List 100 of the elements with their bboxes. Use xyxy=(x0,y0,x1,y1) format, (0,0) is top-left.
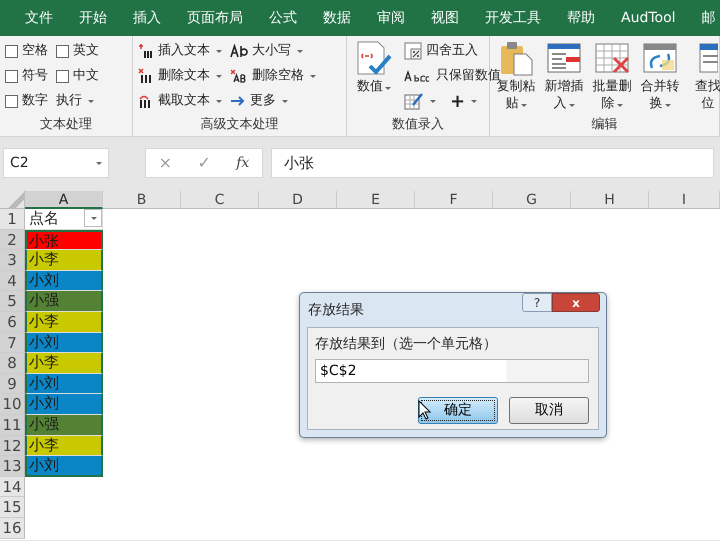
close-button[interactable]: x xyxy=(552,293,600,312)
column-header[interactable]: B xyxy=(103,191,181,209)
table-cell: 小刘 xyxy=(25,456,103,477)
row-number[interactable]: 10 xyxy=(0,394,25,415)
ribbon-button[interactable]: 插入文本 xyxy=(138,41,222,61)
caret-icon xyxy=(96,162,102,164)
number-check-icon xyxy=(356,40,392,76)
caret-icon xyxy=(282,100,288,102)
caret-icon xyxy=(310,74,316,78)
percent-icon xyxy=(404,42,422,60)
row-number[interactable]: 4 xyxy=(0,270,25,292)
menu-tab[interactable]: 数据 xyxy=(310,8,364,28)
checkbox-label: 空格 xyxy=(22,42,48,60)
menu-tab[interactable]: 页面布局 xyxy=(174,8,256,28)
row-number[interactable]: 5 xyxy=(0,291,25,312)
row-number[interactable]: 1 xyxy=(0,209,25,230)
ribbon-button[interactable]: 更多 xyxy=(230,91,288,111)
ribbon-large-button[interactable]: 批量删 除 xyxy=(590,40,634,112)
table-cell: 点名 xyxy=(25,209,103,230)
row-number[interactable]: 7 xyxy=(0,332,25,354)
insert-function-button[interactable]: fx xyxy=(236,152,250,174)
menu-tab[interactable]: 视图 xyxy=(418,8,472,28)
table-cell: 小强 xyxy=(25,291,103,312)
pointer-icon xyxy=(418,400,432,420)
menu-tab[interactable]: 审阅 xyxy=(364,8,418,28)
row-number[interactable]: 15 xyxy=(0,497,25,518)
group-label: 文本处理 xyxy=(39,116,93,134)
column-header[interactable]: I xyxy=(649,191,720,209)
row-number[interactable]: 11 xyxy=(0,414,25,436)
row-number[interactable]: 13 xyxy=(0,456,25,477)
menu-tab[interactable]: 公式 xyxy=(256,8,310,28)
ribbon-large-button[interactable]: 新增插 入 xyxy=(542,40,586,112)
table-cell: 小强 xyxy=(25,414,103,436)
group-label: 数值录入 xyxy=(391,116,445,134)
menu-tab[interactable]: 插入 xyxy=(120,8,174,28)
column-header[interactable]: A xyxy=(25,191,103,209)
input-field[interactable]: $C$2 xyxy=(315,359,589,383)
checkbox[interactable] xyxy=(5,70,18,82)
menu-tab[interactable]: 开发工具 xyxy=(472,8,554,28)
help-button[interactable]: ? xyxy=(522,293,552,312)
ribbon-button[interactable]: 执行 xyxy=(56,91,94,111)
name-box[interactable]: C2 xyxy=(3,148,109,178)
menu-tab[interactable]: 帮助 xyxy=(554,8,608,28)
checkbox[interactable] xyxy=(56,70,69,82)
row-number[interactable]: 12 xyxy=(0,436,25,456)
checkbox-label: 英文 xyxy=(73,42,99,60)
table-cell: 小刘 xyxy=(25,374,103,394)
row-number[interactable]: 9 xyxy=(0,374,25,394)
row-number[interactable]: 14 xyxy=(0,476,25,498)
menu-tab[interactable]: 开始 xyxy=(66,8,120,28)
add-button[interactable]: + xyxy=(450,88,478,114)
checkbox[interactable] xyxy=(5,94,18,108)
table-cell: 小李 xyxy=(25,353,103,374)
table-cell: 小刘 xyxy=(25,270,103,292)
caret-icon xyxy=(568,104,574,107)
caret-icon xyxy=(216,100,222,102)
table-cell: 小李 xyxy=(25,312,103,333)
ribbon-button[interactable]: 删除文本 xyxy=(138,66,222,86)
caret-icon xyxy=(216,50,222,52)
column-header[interactable]: D xyxy=(259,191,337,209)
caret-icon xyxy=(616,104,622,107)
ribbon-button[interactable]: 大小写 xyxy=(230,41,303,61)
row-number[interactable]: 6 xyxy=(0,312,25,333)
checkbox[interactable] xyxy=(56,44,69,58)
column-header[interactable]: E xyxy=(337,191,415,209)
ribbon-large-button[interactable]: 合并转 换 xyxy=(638,40,682,112)
menu-tab[interactable]: AudTool xyxy=(608,8,689,28)
checkbox-label: 数字 xyxy=(22,92,48,110)
checkbox-label: 中文 xyxy=(73,67,99,86)
row-number[interactable]: 2 xyxy=(0,230,25,250)
cancel-button[interactable]: 取消 xyxy=(509,397,589,424)
caret-icon xyxy=(430,100,436,102)
caret-icon xyxy=(297,50,303,52)
table-cell: 小张 xyxy=(25,230,103,250)
caret-icon xyxy=(385,87,391,90)
row-number[interactable]: 16 xyxy=(0,518,25,538)
row-number[interactable]: 3 xyxy=(0,250,25,271)
checkbox[interactable] xyxy=(5,44,18,58)
group-label: 高级文本处理 xyxy=(200,116,280,134)
ribbon-large-button[interactable]: 数值 xyxy=(352,40,396,95)
caret-icon xyxy=(664,104,670,107)
ribbon-button[interactable]: 四舍五入 xyxy=(404,41,478,61)
filter-button[interactable] xyxy=(84,209,102,227)
column-header[interactable]: F xyxy=(415,191,493,209)
ribbon-button[interactable]: 截取文本 xyxy=(138,91,222,111)
ribbon-button[interactable]: 删除空格 xyxy=(230,66,316,86)
table-cell: 小刘 xyxy=(25,332,103,354)
formula-field[interactable]: 小张 xyxy=(271,148,714,178)
edit-button[interactable] xyxy=(404,92,436,110)
ok-button[interactable]: 确定 xyxy=(418,397,498,424)
column-header[interactable]: H xyxy=(571,191,649,209)
checkbox-label: 符号 xyxy=(22,67,48,86)
menu-tab[interactable]: 邮 xyxy=(688,8,720,28)
field-label: 存放结果到（选一个单元格） xyxy=(315,335,498,354)
row-number[interactable]: 8 xyxy=(0,353,25,374)
column-header[interactable]: G xyxy=(493,191,571,209)
insert-text-icon xyxy=(138,43,154,59)
table-cell: 小李 xyxy=(25,250,103,271)
menu-tab[interactable]: 文件 xyxy=(12,8,66,28)
column-header[interactable]: C xyxy=(181,191,259,209)
